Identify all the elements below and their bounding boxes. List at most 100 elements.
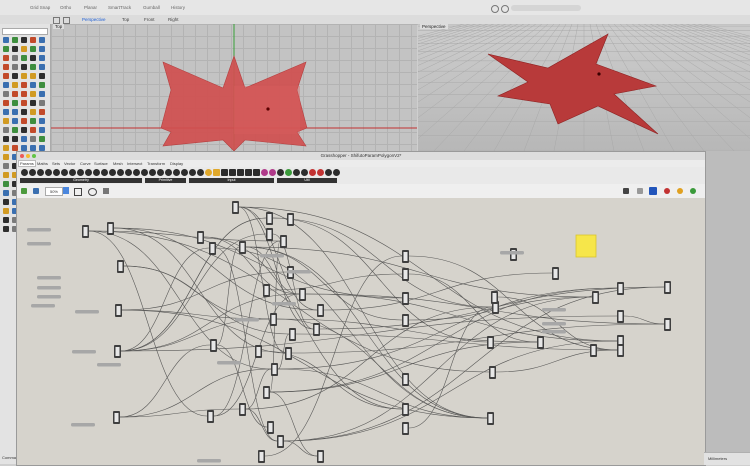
component-icon[interactable] — [77, 169, 84, 176]
tool-icon[interactable] — [3, 46, 9, 52]
gh-slider[interactable] — [542, 308, 566, 312]
grid-snap-toggle[interactable]: Grid Snap — [30, 5, 50, 10]
component-icon[interactable] — [149, 169, 156, 176]
tool-icon[interactable] — [21, 100, 27, 106]
tool-icon[interactable] — [3, 226, 9, 232]
display-toggle-6[interactable] — [690, 188, 696, 194]
component-icon[interactable] — [53, 169, 60, 176]
gh-slider[interactable] — [272, 302, 296, 306]
tool-icon[interactable] — [30, 136, 36, 142]
component-icon[interactable] — [229, 169, 236, 176]
ortho-toggle[interactable]: Ortho — [60, 5, 71, 10]
tool-icon[interactable] — [39, 82, 45, 88]
tool-icon[interactable] — [12, 136, 18, 142]
component-icon[interactable] — [245, 169, 252, 176]
component-icon[interactable] — [253, 169, 260, 176]
gumball-toggle[interactable]: Gumball — [143, 5, 160, 10]
tool-icon[interactable] — [21, 64, 27, 70]
tool-icon[interactable] — [12, 118, 18, 124]
tab-maths[interactable]: Maths — [37, 161, 48, 166]
component-icon[interactable] — [69, 169, 76, 176]
tool-icon[interactable] — [3, 118, 9, 124]
tool-icon[interactable] — [3, 82, 9, 88]
tool-icon[interactable] — [30, 127, 36, 133]
tool-icon[interactable] — [39, 118, 45, 124]
tool-icon[interactable] — [21, 127, 27, 133]
tool-icon[interactable] — [39, 127, 45, 133]
tab-intersect[interactable]: Intersect — [127, 161, 142, 166]
tool-icon[interactable] — [3, 64, 9, 70]
gh-slider[interactable] — [37, 286, 61, 290]
tab-display[interactable]: Display — [170, 161, 183, 166]
component-icon[interactable] — [61, 169, 68, 176]
gh-slider[interactable] — [37, 276, 61, 280]
close-window-icon[interactable] — [20, 154, 24, 158]
tool-icon[interactable] — [21, 118, 27, 124]
gh-slider[interactable] — [235, 318, 259, 322]
record-icon[interactable] — [491, 5, 499, 13]
group-util[interactable]: Util — [277, 178, 337, 183]
tool-icon[interactable] — [39, 136, 45, 142]
tool-icon[interactable] — [12, 37, 18, 43]
tab-mesh[interactable]: Mesh — [113, 161, 123, 166]
tool-icon[interactable] — [3, 109, 9, 115]
perspective-viewport[interactable]: Perspective — [418, 24, 750, 151]
tool-icon[interactable] — [39, 91, 45, 97]
tool-icon[interactable] — [3, 181, 9, 187]
tool-icon[interactable] — [21, 55, 27, 61]
component-icon[interactable] — [181, 169, 188, 176]
open-file-icon[interactable] — [21, 188, 27, 194]
gh-slider[interactable] — [287, 270, 311, 274]
history-toggle[interactable]: History — [171, 5, 185, 10]
search-field[interactable] — [511, 5, 581, 11]
component-icon[interactable] — [37, 169, 44, 176]
component-icon[interactable] — [197, 169, 204, 176]
component-icon[interactable] — [85, 169, 92, 176]
tool-icon[interactable] — [3, 127, 9, 133]
tool-icon[interactable] — [21, 109, 27, 115]
tool-icon[interactable] — [30, 100, 36, 106]
tab-front[interactable]: Front — [140, 17, 159, 22]
single-view-icon[interactable] — [53, 16, 60, 24]
tool-icon[interactable] — [3, 91, 9, 97]
tool-icon[interactable] — [30, 118, 36, 124]
gh-slider[interactable] — [27, 242, 51, 246]
display-toggle-3[interactable] — [649, 187, 657, 195]
command-input[interactable] — [2, 28, 48, 35]
gh-slider[interactable] — [500, 251, 524, 255]
tool-icon[interactable] — [3, 55, 9, 61]
component-icon[interactable] — [165, 169, 172, 176]
gh-slider[interactable] — [31, 304, 55, 308]
component-icon[interactable] — [325, 169, 332, 176]
tab-params[interactable]: Params — [18, 160, 36, 167]
smarttrack-toggle[interactable]: SmartTrack — [108, 5, 131, 10]
tool-icon[interactable] — [3, 163, 9, 169]
tool-icon[interactable] — [21, 37, 27, 43]
tool-icon[interactable] — [39, 46, 45, 52]
component-icon[interactable] — [141, 169, 148, 176]
tab-right[interactable]: Right — [164, 17, 183, 22]
tool-icon[interactable] — [39, 64, 45, 70]
tool-icon[interactable] — [3, 136, 9, 142]
tool-icon[interactable] — [21, 46, 27, 52]
component-icon[interactable] — [29, 169, 36, 176]
display-toggle-1[interactable] — [623, 188, 629, 194]
gh-slider[interactable] — [542, 330, 566, 334]
tool-icon[interactable] — [3, 37, 9, 43]
tool-icon[interactable] — [3, 190, 9, 196]
planar-toggle[interactable]: Planar — [84, 5, 97, 10]
component-icon[interactable] — [293, 169, 300, 176]
tool-icon[interactable] — [39, 109, 45, 115]
component-icon[interactable] — [285, 169, 292, 176]
gh-slider[interactable] — [542, 322, 566, 326]
target-icon[interactable] — [501, 5, 509, 13]
tool-icon[interactable] — [21, 136, 27, 142]
gh-slider[interactable] — [97, 363, 121, 367]
component-icon[interactable] — [117, 169, 124, 176]
tool-icon[interactable] — [12, 109, 18, 115]
preview-icon[interactable] — [88, 188, 97, 196]
component-icon[interactable] — [309, 169, 316, 176]
tool-icon[interactable] — [3, 145, 9, 151]
tool-icon[interactable] — [12, 73, 18, 79]
gh-slider[interactable] — [217, 361, 241, 365]
